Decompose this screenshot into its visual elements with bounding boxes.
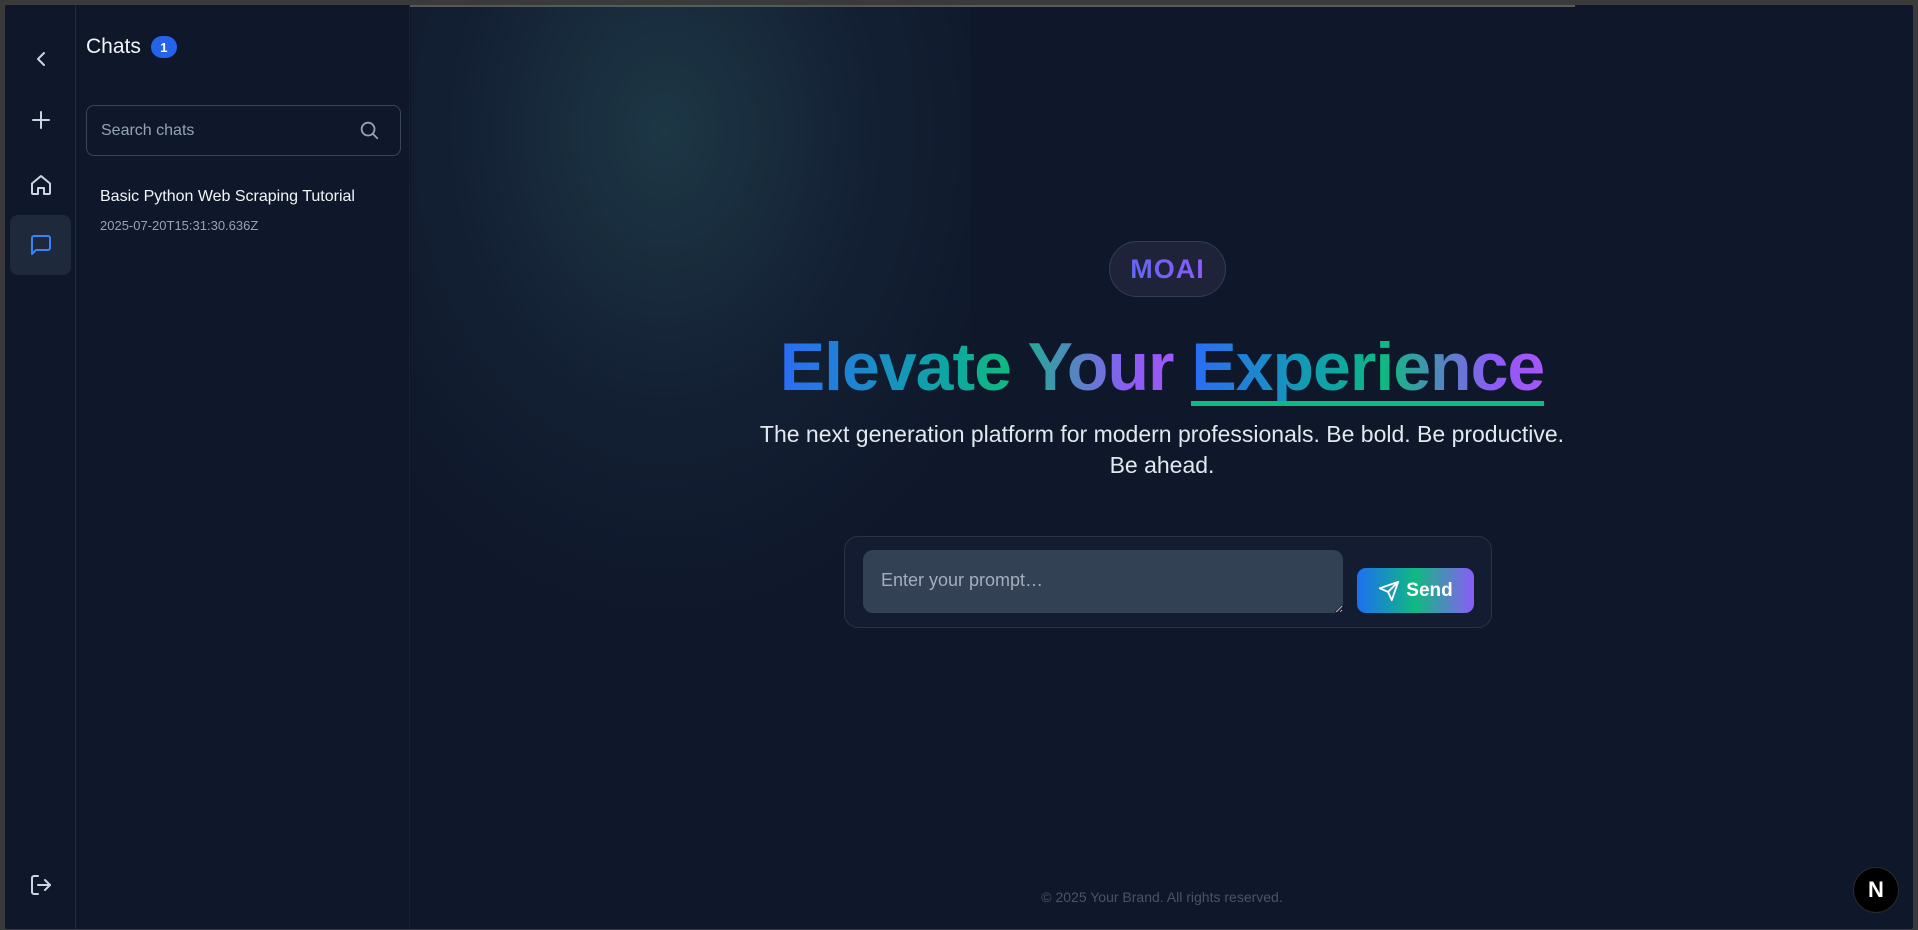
plus-icon	[31, 111, 50, 129]
search-box	[86, 105, 401, 156]
chats-count-badge: 1	[150, 36, 177, 58]
app-window: Chats 1 Basic Python Web Scraping Tutori…	[5, 5, 1913, 929]
chat-item-timestamp: 2025-07-20T15:31:30.636Z	[100, 218, 259, 233]
send-icon	[1379, 580, 1400, 601]
collapse-sidebar-button[interactable]	[10, 29, 71, 89]
brand-name: MOAI	[1130, 253, 1205, 284]
nextjs-badge[interactable]: N	[1853, 867, 1899, 913]
headline-part-2: Experience	[1191, 329, 1545, 406]
new-chat-button[interactable]	[10, 90, 71, 150]
headline-part-1: Elevate Your	[779, 329, 1192, 405]
logout-button[interactable]	[10, 855, 71, 915]
log-out-icon	[30, 875, 51, 895]
home-button[interactable]	[10, 155, 71, 215]
search-chats-input[interactable]	[87, 106, 400, 155]
message-square-icon	[30, 235, 51, 255]
send-button[interactable]: Send	[1357, 568, 1474, 613]
send-label: Send	[1406, 579, 1453, 601]
chat-item-title: Basic Python Web Scraping Tutorial	[100, 188, 355, 205]
chevron-left-icon	[36, 52, 45, 66]
icon-rail	[5, 5, 76, 929]
chats-panel: Chats 1 Basic Python Web Scraping Tutori…	[77, 5, 410, 929]
home-icon	[30, 175, 51, 195]
background-glow	[411, 5, 971, 625]
search-icon[interactable]	[358, 119, 382, 143]
hero-headline: Elevate Your Experience	[411, 327, 1913, 407]
main-content: MOAI Elevate Your Experience The next ge…	[411, 5, 1913, 929]
prompt-card: Send	[844, 536, 1492, 628]
chats-nav-button[interactable]	[10, 215, 71, 275]
footer-copyright: © 2025 Your Brand. All rights reserved.	[1041, 889, 1283, 905]
chats-title: Chats	[86, 35, 141, 58]
hero-subtitle: The next generation platform for modern …	[759, 421, 1565, 478]
brand-badge: MOAI	[1109, 241, 1226, 297]
chats-header: Chats 1	[86, 35, 177, 59]
chat-list-item[interactable]: Basic Python Web Scraping Tutorial 2025-…	[86, 180, 401, 241]
prompt-input[interactable]	[863, 550, 1343, 613]
